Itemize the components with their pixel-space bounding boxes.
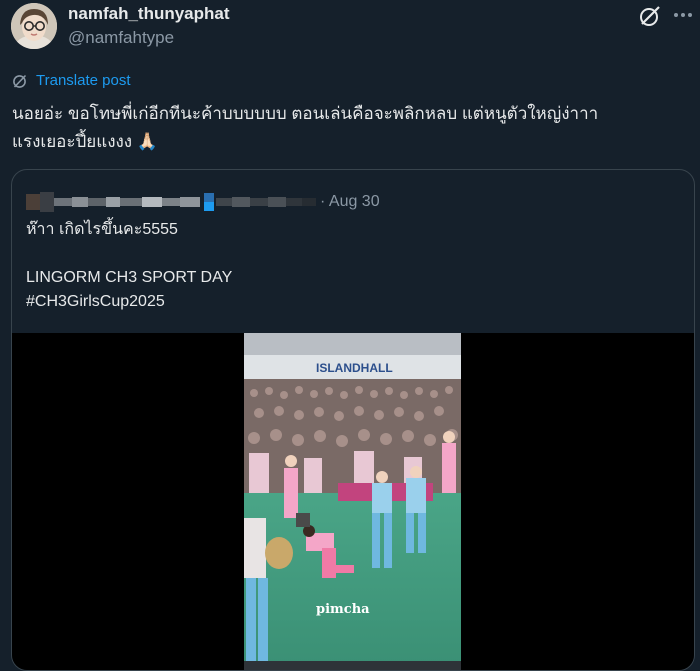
praying-hands-emoji: 🙏🏻 [136,132,159,151]
video-player[interactable]: ISLANDHALL pimcha [12,333,694,670]
quoted-post[interactable]: · Aug 30 ห๊าา เกิดไรขึ้นคะ5555 LINGORM C… [11,169,695,671]
quoted-post-date[interactable]: · Aug 30 [320,193,380,211]
quoted-post-line-1: ห๊าา เกิดไรขึ้นคะ5555 [26,221,178,238]
quoted-post-line-2 [26,242,676,266]
author-handle[interactable]: @namfahtype [68,28,174,48]
translate-icon [13,74,27,88]
post-text-line-2: แรงเยอะปึ้ยแงงง 🙏🏻 [12,128,692,156]
translate-post-link[interactable]: Translate post [12,72,131,89]
video-thumbnail: ISLANDHALL pimcha [244,333,461,670]
quoted-post-line-3: LINGORM CH3 SPORT DAY [26,269,233,286]
post-text-line-2-text: แรงเยอะปึ้ยแงงง [12,132,133,151]
author-name[interactable]: namfah_thunyaphat [68,4,230,24]
quoted-post-line-4[interactable]: #CH3GirlsCup2025 [26,290,676,314]
blurred-author-name [26,192,316,212]
avatar[interactable] [11,3,57,49]
post-text-line-1: นอยอ่ะ ขอโทษพี่เก่อีกทีนะค้าบบบบบบ ตอนเล… [12,104,599,123]
avatar-image [11,3,57,49]
translate-label[interactable]: Translate post [36,72,131,89]
quoted-post-text: ห๊าา เกิดไรขึ้นคะ5555 LINGORM CH3 SPORT … [26,218,676,314]
svg-text:ISLANDHALL: ISLANDHALL [316,361,393,375]
video-watermark: pimcha [316,602,370,617]
grok-icon[interactable] [637,3,663,29]
video-frame[interactable]: ISLANDHALL pimcha [244,333,461,670]
post-text: นอยอ่ะ ขอโทษพี่เก่อีกทีนะค้าบบบบบบ ตอนเล… [12,100,692,156]
quoted-post-header: · Aug 30 [26,188,380,216]
more-icon[interactable] [670,2,696,28]
